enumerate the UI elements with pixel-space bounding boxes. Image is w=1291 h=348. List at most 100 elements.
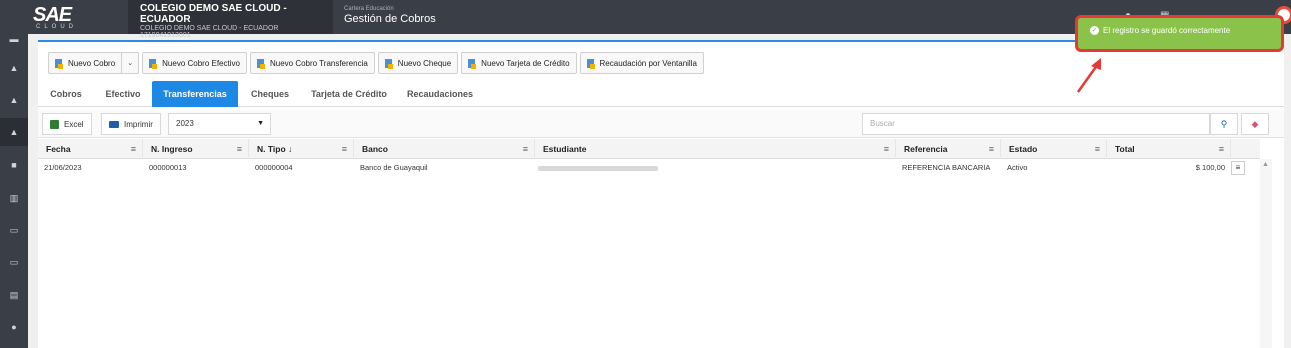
tab-transferencias[interactable]: Transferencias: [152, 81, 238, 107]
col-label: Fecha: [46, 144, 71, 154]
graduation-cap-icon[interactable]: ▲: [8, 63, 20, 73]
button-label: Nuevo Cobro Transferencia: [269, 58, 368, 68]
eraser-icon[interactable]: ◆: [1241, 113, 1269, 135]
page-title: Gestión de Cobros: [344, 13, 436, 25]
document-icon: [384, 58, 393, 69]
action-buttons: Nuevo Cobro ⌄ Nuevo Cobro Efectivo Nuevo…: [48, 52, 707, 74]
document-icon: [468, 58, 477, 69]
grid-toolbar: Excel Imprimir 2023 ▼ Buscar ⚲ ◆: [38, 110, 1284, 138]
cell-fecha: 21/06/2023: [44, 163, 82, 172]
excel-label: Excel: [64, 119, 84, 129]
col-label: Banco: [362, 144, 388, 154]
filter-icon[interactable]: ≡: [237, 139, 242, 159]
document-icon: [256, 58, 265, 69]
col-label: N. Tipo ↓: [257, 144, 293, 154]
table-row[interactable]: 21/06/2023 000000013 000000004 Banco de …: [38, 159, 1260, 177]
col-label: Total: [1115, 144, 1135, 154]
chevron-down-icon: ▼: [257, 120, 264, 127]
cell-ingreso: 000000013: [149, 163, 187, 172]
cell-tipo: 000000004: [255, 163, 293, 172]
document-icon: [586, 58, 595, 69]
row-menu-icon[interactable]: ≡: [1231, 161, 1245, 175]
toast-message: El registro se guardó correctamente: [1103, 26, 1231, 35]
search-icon[interactable]: ⚲: [1210, 113, 1238, 135]
col-label: N. Ingreso: [151, 144, 193, 154]
table-header: Fecha ≡ N. Ingreso ≡ N. Tipo ↓ ≡ Banco ≡ Est…: [38, 139, 1260, 159]
chevron-down-icon[interactable]: ⌄: [122, 59, 138, 67]
vertical-scrollbar[interactable]: ▲: [1260, 159, 1272, 348]
cell-total: $ 100,00: [1195, 163, 1225, 172]
users-icon[interactable]: ●: [8, 322, 20, 332]
excel-icon: [50, 119, 59, 129]
year-select[interactable]: 2023 ▼: [168, 113, 271, 135]
printer-icon: [109, 120, 119, 128]
cell-estudiante-redacted: [538, 166, 658, 171]
col-label: Estado: [1009, 144, 1038, 154]
tab-cobros[interactable]: Cobros: [42, 81, 90, 107]
tab-recaudaciones[interactable]: Recaudaciones: [400, 81, 480, 107]
button-label: Nuevo Tarjeta de Crédito: [481, 58, 570, 68]
tab-efectivo[interactable]: Efectivo: [96, 81, 150, 107]
col-total[interactable]: Total ≡: [1107, 139, 1231, 159]
tab-tarjeta-credito[interactable]: Tarjeta de Crédito: [304, 81, 394, 107]
company-selector[interactable]: COLEGIO DEMO SAE CLOUD - ECUADOR COLEGIO…: [128, 0, 333, 39]
module-caption: Cartera Educación: [344, 6, 394, 12]
new-check-button[interactable]: Nuevo Cheque: [377, 52, 459, 74]
bus-icon[interactable]: ■: [8, 160, 20, 170]
filter-icon[interactable]: ≡: [131, 139, 136, 159]
company-name: COLEGIO DEMO SAE CLOUD - ECUADOR: [140, 3, 287, 25]
year-value: 2023: [176, 119, 194, 128]
graduation-cap-active-icon[interactable]: ▲: [8, 127, 20, 137]
filter-icon[interactable]: ≡: [989, 139, 994, 159]
search-input[interactable]: Buscar: [862, 113, 1210, 135]
col-estado[interactable]: Estado ≡: [1001, 139, 1107, 159]
check-icon: ✓: [1090, 26, 1099, 36]
button-label: Nuevo Cobro Efectivo: [162, 58, 240, 68]
module-breadcrumb: Cartera Educación Gestión de Cobros: [344, 6, 436, 26]
col-estudiante[interactable]: Estudiante ≡: [535, 139, 896, 159]
col-banco[interactable]: Banco ≡: [354, 139, 535, 159]
document-icon: [55, 58, 63, 69]
col-n-tipo[interactable]: N. Tipo ↓ ≡: [249, 139, 354, 159]
scroll-up-icon[interactable]: ▲: [1262, 161, 1269, 168]
document-icon: [149, 58, 158, 69]
folder-open-icon[interactable]: ▭: [8, 257, 20, 267]
col-label: Estudiante: [543, 144, 587, 154]
logo-subtext: CLOUD: [36, 24, 78, 30]
folder-icon[interactable]: ▭: [8, 225, 20, 235]
new-transfer-payment-button[interactable]: Nuevo Cobro Transferencia: [249, 52, 375, 74]
sidebar: ▬ ▲ ▲ ▲ ■ ▥ ▭ ▭ ▤ ●: [0, 34, 28, 348]
company-subname: COLEGIO DEMO SAE CLOUD - ECUADOR: [140, 25, 279, 32]
col-label: Referencia: [904, 144, 948, 154]
company-id: 1719041913001: [140, 32, 191, 39]
annotation-arrow: [1076, 58, 1101, 93]
cell-estado: Activo: [1007, 163, 1028, 172]
col-referencia[interactable]: Referencia ≡: [896, 139, 1001, 159]
window-collection-button[interactable]: Recaudación por Ventanilla: [579, 52, 704, 74]
new-credit-card-button[interactable]: Nuevo Tarjeta de Crédito: [461, 52, 577, 74]
report-icon[interactable]: ▤: [8, 290, 20, 300]
new-payment-label: Nuevo Cobro: [68, 58, 116, 68]
filter-icon[interactable]: ≡: [884, 139, 889, 159]
graduation-cap-icon[interactable]: ▲: [8, 95, 20, 105]
new-cash-payment-button[interactable]: Nuevo Cobro Efectivo: [142, 52, 247, 74]
button-label: Recaudación por Ventanilla: [599, 58, 697, 68]
cell-banco: Banco de Guayaquil: [360, 163, 428, 172]
cell-referencia: REFERENCIA BANCARIA: [902, 163, 991, 172]
logo[interactable]: SAE CLOUD: [0, 0, 128, 34]
filter-icon[interactable]: ≡: [342, 139, 347, 159]
print-label: Imprimir: [124, 119, 153, 129]
print-button[interactable]: Imprimir: [101, 113, 161, 135]
bank-icon[interactable]: ▥: [8, 193, 20, 203]
tab-cheques[interactable]: Cheques: [242, 81, 298, 107]
excel-button[interactable]: Excel: [42, 113, 92, 135]
col-n-ingreso[interactable]: N. Ingreso ≡: [143, 139, 249, 159]
filter-icon[interactable]: ≡: [1095, 139, 1100, 159]
filter-icon[interactable]: ≡: [1219, 139, 1224, 159]
filter-icon[interactable]: ≡: [523, 139, 528, 159]
col-fecha[interactable]: Fecha ≡: [38, 139, 143, 159]
button-label: Nuevo Cheque: [397, 58, 452, 68]
new-payment-button[interactable]: Nuevo Cobro ⌄: [48, 52, 140, 74]
sidebar-icon-1[interactable]: ▬: [8, 34, 20, 44]
success-toast[interactable]: ✓ El registro se guardó correctamente: [1075, 15, 1284, 52]
